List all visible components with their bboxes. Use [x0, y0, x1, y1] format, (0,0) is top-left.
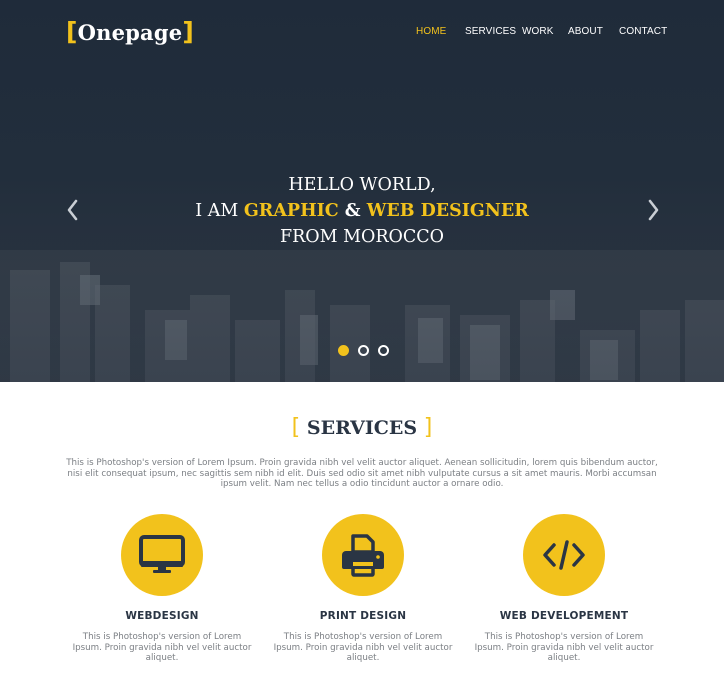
service-title: WEB DEVELOPEMENT [499, 610, 629, 622]
hero-headline: HELLO WORLD, I AM GRAPHIC & WEB DESIGNER… [0, 172, 724, 250]
heading-text: SERVICES [306, 417, 418, 439]
monitor-icon [139, 535, 185, 573]
service-icon-circle [121, 514, 203, 596]
service-description: This is Photoshop's version of Lorem Ips… [72, 632, 252, 664]
nav-work[interactable]: WORK [522, 25, 554, 39]
heading-bracket-open: [ [291, 415, 301, 440]
service-card-web-development: WEB DEVELOPEMENT This is Photoshop's ver… [464, 514, 664, 664]
service-description: This is Photoshop's version of Lorem Ips… [273, 632, 453, 664]
main-nav: HOME SERVICES WORK ABOUT CONTACT [0, 25, 724, 39]
code-icon [543, 540, 585, 570]
slide-dot-2[interactable] [358, 345, 369, 356]
service-icon-circle [523, 514, 605, 596]
headline-highlight-web-designer: WEB DESIGNER [366, 201, 529, 221]
service-title: PRINT DESIGN [319, 610, 407, 622]
printer-icon [342, 534, 384, 577]
service-card-webdesign: WEBDESIGN This is Photoshop's version of… [62, 514, 262, 664]
nav-about[interactable]: ABOUT [568, 25, 603, 39]
slide-dot-1[interactable] [338, 345, 349, 356]
slide-dot-3[interactable] [378, 345, 389, 356]
nav-contact[interactable]: CONTACT [619, 25, 667, 39]
nav-services[interactable]: SERVICES [465, 25, 516, 39]
services-intro: This is Photoshop's version of Lorem Ips… [66, 458, 658, 489]
headline-prefix: I AM [195, 201, 244, 221]
services-heading: [ SERVICES ] [0, 414, 724, 442]
headline-line-3: FROM MOROCCO [279, 227, 445, 247]
nav-home[interactable]: HOME [416, 25, 446, 39]
service-title: WEBDESIGN [125, 610, 199, 622]
headline-line-2: I AM GRAPHIC & WEB DESIGNER [0, 198, 724, 224]
heading-bracket-close: ] [423, 415, 433, 440]
slider-pagination [0, 345, 724, 357]
service-icon-circle [322, 514, 404, 596]
headline-highlight-graphic: GRAPHIC [243, 201, 339, 221]
service-description: This is Photoshop's version of Lorem Ips… [474, 632, 654, 664]
hero-slider: [Onepage] HOME SERVICES WORK ABOUT CONTA… [0, 0, 724, 382]
headline-line-1: HELLO WORLD, [288, 175, 436, 195]
headline-ampersand: & [338, 201, 367, 221]
service-card-print-design: PRINT DESIGN This is Photoshop's version… [263, 514, 463, 664]
